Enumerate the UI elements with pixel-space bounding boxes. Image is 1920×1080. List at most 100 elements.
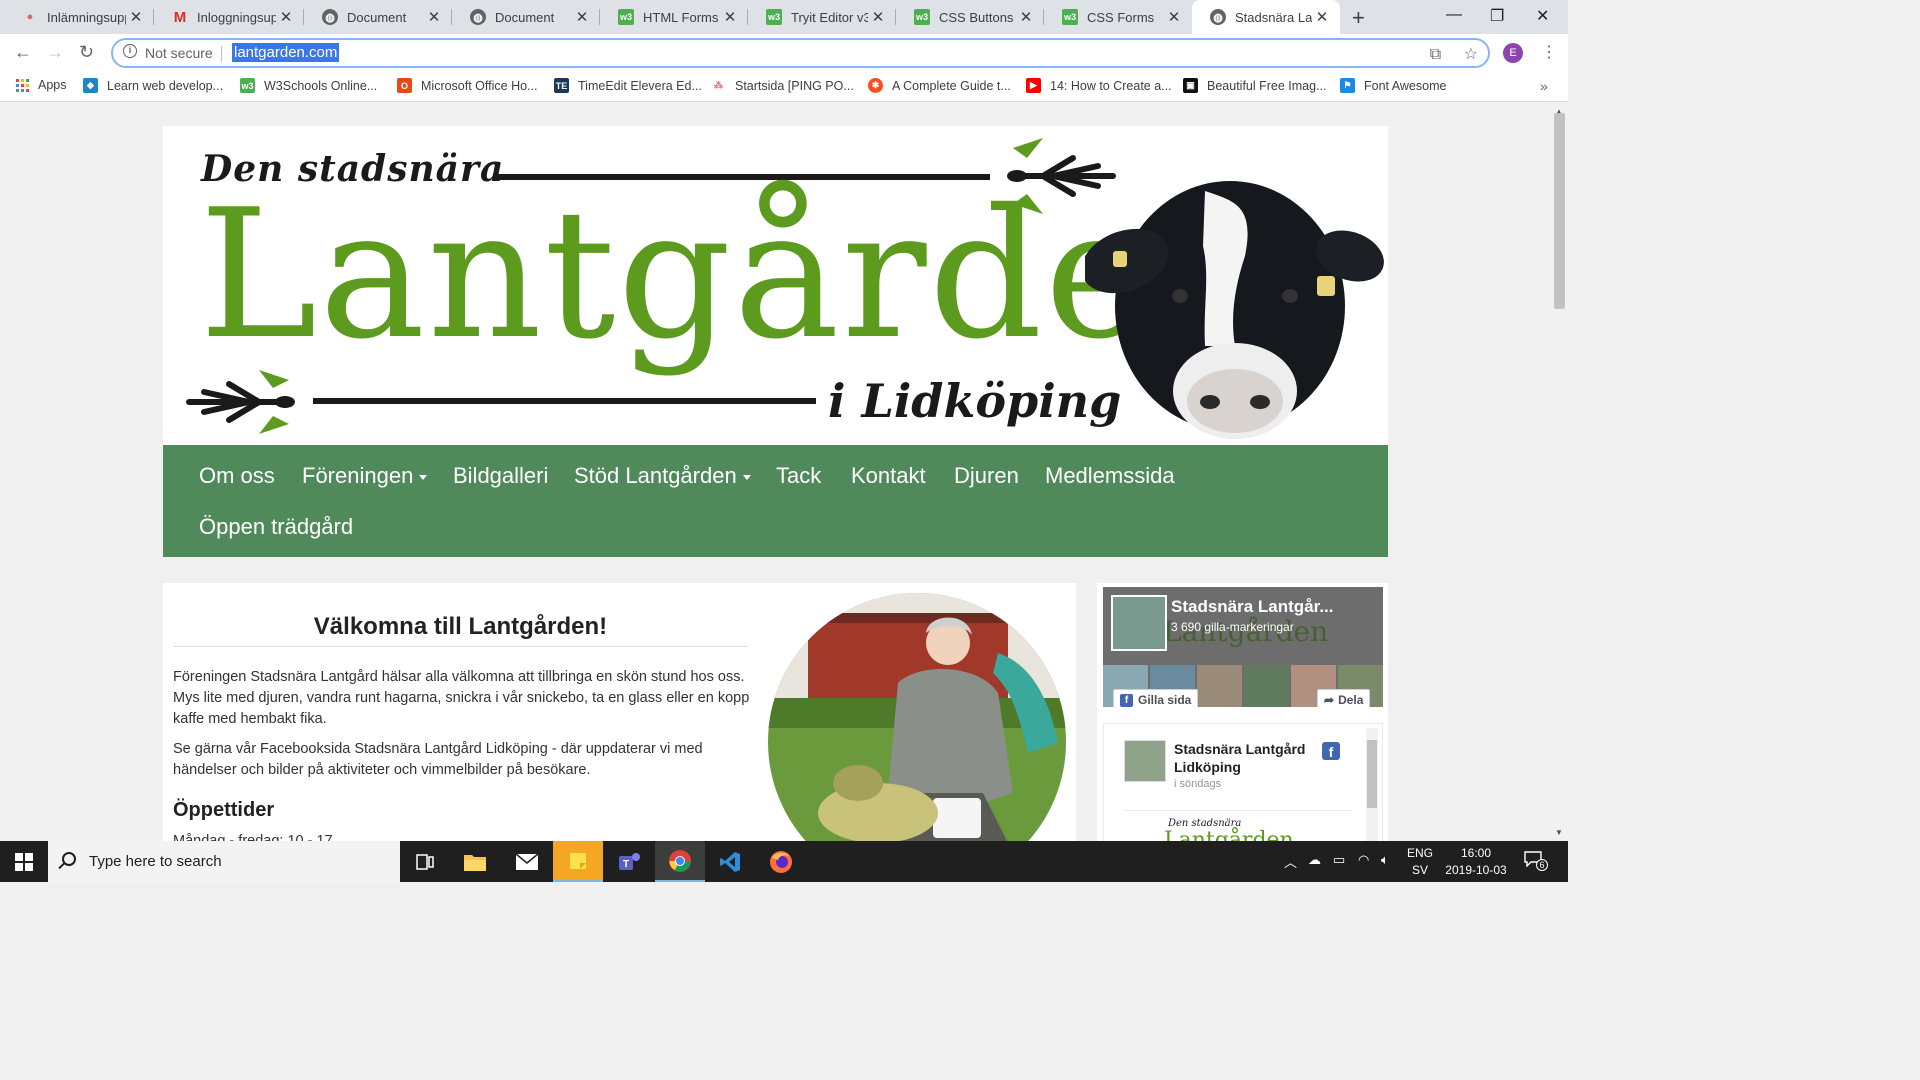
- close-icon[interactable]: ✕: [720, 8, 740, 26]
- bookmark-pingpong[interactable]: ⁂ Startsida [PING PO...: [711, 78, 854, 93]
- site-header-banner[interactable]: Den stadsnära Lantgården i Lidköping: [163, 126, 1388, 446]
- main-nav: Om oss Föreningen Bildgalleri Stöd Lantg…: [163, 445, 1388, 557]
- back-arrow-icon[interactable]: ←: [14, 42, 32, 63]
- scroll-down-icon[interactable]: ▼: [1555, 828, 1563, 837]
- browser-tab[interactable]: ● Inlämningsupp ✕: [4, 0, 154, 34]
- new-tab-plus-icon[interactable]: +: [1352, 5, 1365, 31]
- close-icon[interactable]: ✕: [126, 8, 146, 26]
- task-view-icon[interactable]: [400, 841, 450, 882]
- firefox-icon[interactable]: [756, 841, 806, 882]
- close-icon[interactable]: ✕: [868, 8, 888, 26]
- teams-icon[interactable]: T: [604, 841, 654, 882]
- tab-strip: ● Inlämningsupp ✕ M Inloggningsupp ✕ ◍ D…: [0, 0, 1568, 34]
- bookmark-font-awesome[interactable]: ⚑ Font Awesome: [1340, 78, 1446, 93]
- bookmark-youtube[interactable]: ▶ 14: How to Create a...: [1026, 78, 1172, 93]
- translate-icon[interactable]: ⧉: [1430, 46, 1441, 63]
- search-placeholder: Type here to search: [89, 853, 222, 870]
- bookmarks-overflow-icon[interactable]: »: [1540, 78, 1548, 94]
- nav-stod-lantgarden[interactable]: Stöd Lantgården: [574, 463, 751, 489]
- close-icon[interactable]: ✕: [1016, 8, 1036, 26]
- mail-icon[interactable]: [502, 841, 552, 882]
- close-icon[interactable]: ✕: [424, 8, 444, 26]
- profile-avatar[interactable]: E: [1503, 43, 1523, 63]
- divider: [1124, 810, 1352, 811]
- close-icon[interactable]: ✕: [572, 8, 592, 26]
- taskbar-search[interactable]: Type here to search: [48, 841, 400, 882]
- reload-icon[interactable]: ↻: [79, 42, 94, 63]
- onedrive-cloud-icon[interactable]: ☁: [1308, 852, 1321, 868]
- bookmark-css-tricks[interactable]: ✱ A Complete Guide t...: [868, 78, 1011, 93]
- tray-chevron-up-icon[interactable]: ︿: [1284, 852, 1297, 871]
- office-icon: O: [397, 78, 412, 93]
- close-icon[interactable]: ✕: [1312, 8, 1332, 26]
- tab-title: CSS Forms: [1087, 9, 1155, 25]
- vscode-icon[interactable]: [705, 841, 755, 882]
- nav-medlemssida[interactable]: Medlemssida: [1045, 463, 1175, 489]
- tab-title: CSS Buttons: [939, 9, 1014, 25]
- facebook-share-button[interactable]: ➦ Dela: [1317, 689, 1371, 707]
- post-avatar[interactable]: [1124, 740, 1166, 782]
- wifi-icon[interactable]: ◠: [1358, 852, 1369, 868]
- sticky-notes-icon[interactable]: [553, 841, 603, 882]
- volume-icon[interactable]: 🔈︎: [1381, 852, 1389, 868]
- nav-om-oss[interactable]: Om oss: [199, 463, 275, 489]
- browser-tab[interactable]: w3 HTML Forms ✕: [600, 0, 748, 34]
- globe-icon: ◍: [1210, 9, 1226, 25]
- browser-tab[interactable]: w3 Tryit Editor v3.6 ✕: [748, 0, 896, 34]
- close-icon[interactable]: ✕: [276, 8, 296, 26]
- action-center-icon[interactable]: 6: [1524, 851, 1548, 871]
- taskbar-clock[interactable]: 16:00 2019-10-03: [1440, 845, 1512, 879]
- scrollbar-thumb[interactable]: [1554, 113, 1565, 309]
- feed-scrollbar[interactable]: [1366, 728, 1378, 841]
- security-label[interactable]: Not secure: [145, 45, 213, 61]
- nav-foreningen[interactable]: Föreningen: [302, 463, 428, 489]
- clock-time: 16:00: [1460, 846, 1492, 860]
- facebook-page-title[interactable]: Stadsnära Lantgår...: [1171, 597, 1334, 617]
- url-text[interactable]: lantgarden.com: [232, 43, 340, 62]
- bookmark-star-icon[interactable]: ☆: [1464, 46, 1478, 63]
- post-author[interactable]: Stadsnära Lantgård Lidköping: [1174, 740, 1319, 776]
- facebook-page-thumbnail[interactable]: [1111, 595, 1167, 651]
- nav-djuren[interactable]: Djuren: [954, 463, 1019, 489]
- minimize-icon[interactable]: —: [1446, 6, 1462, 24]
- file-explorer-icon[interactable]: [450, 841, 500, 882]
- w3schools-icon: w3: [1062, 9, 1078, 25]
- window-close-icon[interactable]: ✕: [1536, 6, 1549, 26]
- post-timestamp[interactable]: i söndags: [1174, 778, 1221, 790]
- battery-icon[interactable]: ▭: [1333, 852, 1345, 868]
- page-scrollbar[interactable]: ▲ ▼: [1551, 103, 1568, 841]
- chrome-icon[interactable]: [655, 841, 705, 882]
- tab-title: Inloggningsupp: [197, 9, 276, 25]
- close-icon[interactable]: ✕: [1164, 8, 1184, 26]
- facebook-cover[interactable]: Lantgården Stadsnära Lantgår... 3 690 gi…: [1103, 587, 1383, 707]
- tab-title: Tryit Editor v3.6: [791, 9, 868, 25]
- kebab-menu-icon[interactable]: ⋮: [1541, 42, 1557, 62]
- bookmark-timeedit[interactable]: TE TimeEdit Elevera Ed...: [554, 78, 702, 93]
- restore-icon[interactable]: ❐: [1490, 6, 1504, 26]
- facebook-like-button[interactable]: f Gilla sida: [1113, 689, 1199, 707]
- bookmark-mdn[interactable]: ◆ Learn web develop...: [83, 78, 223, 93]
- w3schools-icon: w3: [618, 9, 634, 25]
- page-title: Välkomna till Lantgården!: [313, 613, 608, 640]
- browser-tab[interactable]: w3 CSS Buttons ✕: [896, 0, 1044, 34]
- nav-bildgalleri[interactable]: Bildgalleri: [453, 463, 548, 489]
- nav-kontakt[interactable]: Kontakt: [851, 463, 926, 489]
- info-icon[interactable]: i: [123, 44, 137, 58]
- arrow-ornament-icon: [186, 370, 295, 434]
- browser-tab[interactable]: ◍ Document ✕: [452, 0, 600, 34]
- nav-tack[interactable]: Tack: [776, 463, 821, 489]
- bookmark-apps[interactable]: Apps: [16, 78, 67, 92]
- start-button[interactable]: [0, 841, 48, 882]
- forward-arrow-icon[interactable]: →: [46, 42, 64, 63]
- browser-tab[interactable]: ◍ Document ✕: [304, 0, 452, 34]
- browser-tab[interactable]: M Inloggningsupp ✕: [154, 0, 304, 34]
- browser-tab-active[interactable]: ◍ Stadsnära Lantg ✕: [1192, 0, 1340, 34]
- input-language[interactable]: ENG SV: [1405, 845, 1435, 879]
- address-bar[interactable]: i Not secure lantgarden.com ⧉ ☆: [111, 38, 1490, 68]
- bookmark-office[interactable]: O Microsoft Office Ho...: [397, 78, 537, 93]
- nav-oppen-tradgard[interactable]: Öppen trädgård: [199, 514, 353, 540]
- bookmark-unsplash[interactable]: ▣ Beautiful Free Imag...: [1183, 78, 1327, 93]
- browser-tab[interactable]: w3 CSS Forms ✕: [1044, 0, 1192, 34]
- intro-paragraph: Föreningen Stadsnära Lantgård hälsar all…: [173, 669, 750, 727]
- bookmark-w3schools[interactable]: w3 W3Schools Online...: [240, 78, 377, 93]
